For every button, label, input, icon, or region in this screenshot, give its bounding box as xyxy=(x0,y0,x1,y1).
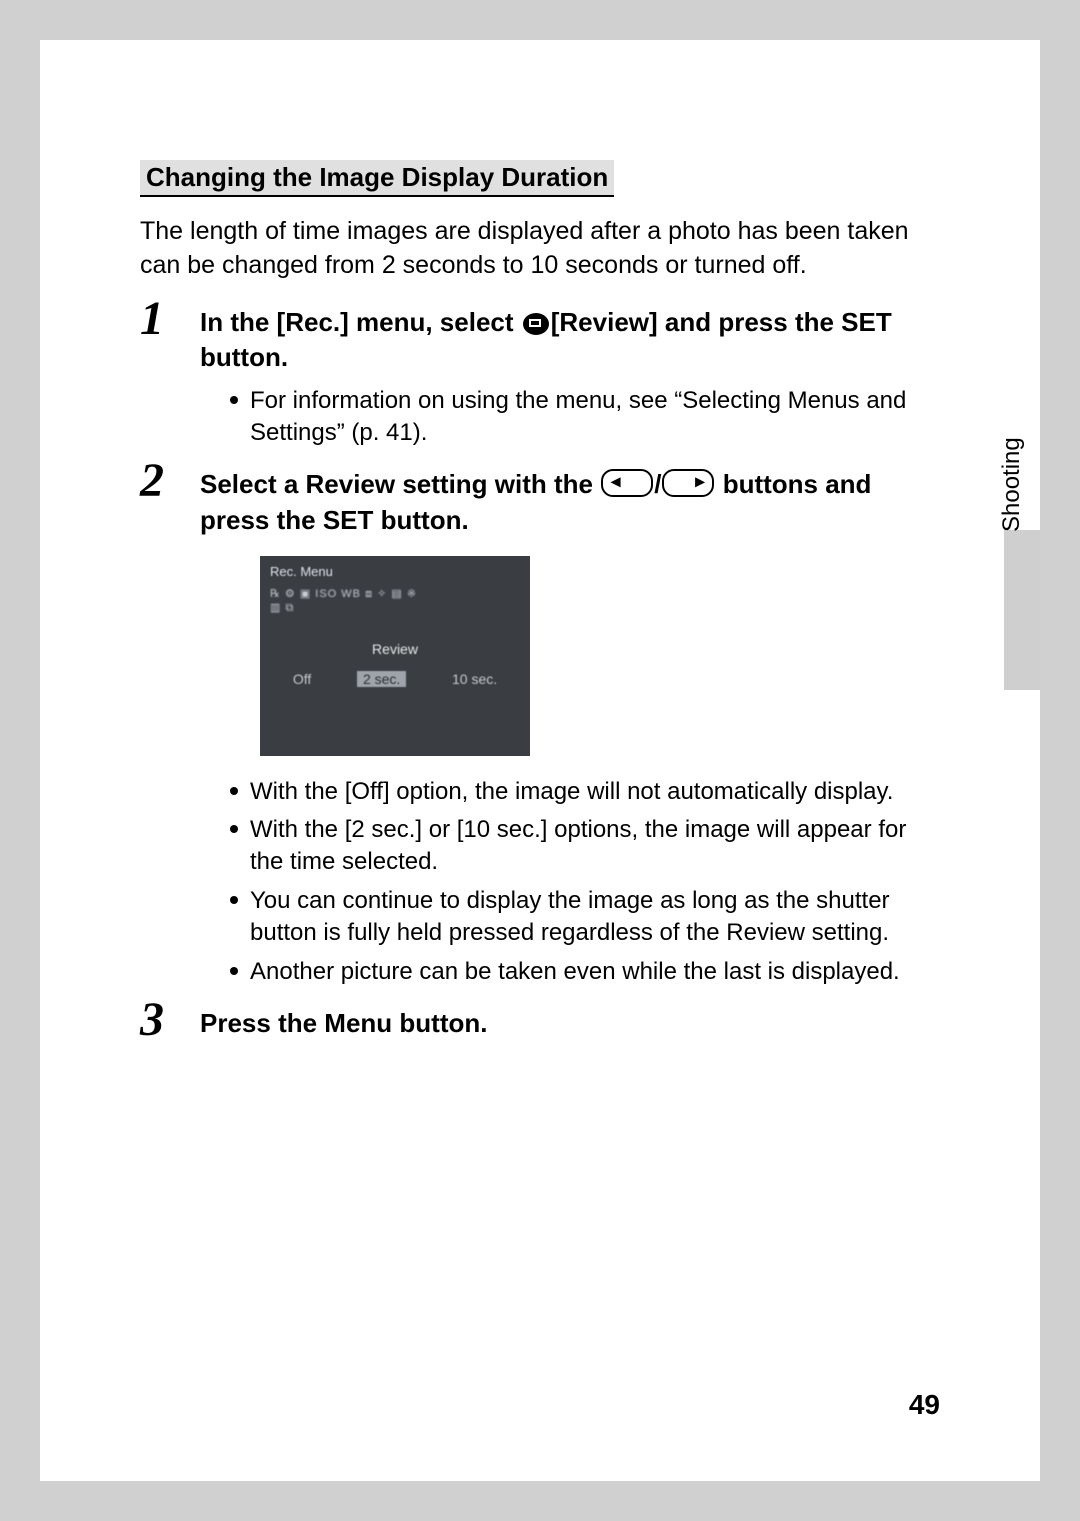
section-heading: Changing the Image Display Duration xyxy=(140,160,614,197)
left-arrow-button-icon xyxy=(601,469,653,497)
lcd-option-off: Off xyxy=(293,671,311,687)
step-number: 1 xyxy=(140,295,164,343)
slash: / xyxy=(654,469,661,499)
list-item: For information on using the menu, see “… xyxy=(230,385,940,450)
step-number: 2 xyxy=(140,457,164,505)
lcd-option-2sec: 2 sec. xyxy=(357,671,406,687)
step-3-heading: Press the Menu button. xyxy=(200,1006,940,1041)
lcd-option-10sec: 10 sec. xyxy=(452,671,497,687)
step-1-head-pre: In the [Rec.] menu, select xyxy=(200,307,521,337)
step-3: 3 Press the Menu button. xyxy=(140,1006,940,1041)
camera-lcd-screenshot: Rec. Menu ℞ ⚙ ▣ ISO WB ⧈ ✧ ▤ ※ ▥ ⧉ Revie… xyxy=(260,556,530,756)
lcd-icon-row: ℞ ⚙ ▣ ISO WB ⧈ ✧ ▤ ※ ▥ ⧉ xyxy=(270,587,520,627)
lcd-setting-label: Review xyxy=(270,641,520,657)
step-2-heading: Select a Review setting with the / butto… xyxy=(200,467,940,537)
lcd-icons-line1: ℞ ⚙ ▣ ISO WB ⧈ ✧ ▤ ※ xyxy=(270,588,417,600)
step-2: 2 Select a Review setting with the / but… xyxy=(140,467,940,988)
step-2-bullets: With the [Off] option, the image will no… xyxy=(200,776,940,988)
list-item: With the [2 sec.] or [10 sec.] options, … xyxy=(230,814,940,879)
list-item: With the [Off] option, the image will no… xyxy=(230,776,940,808)
step-1: 1 In the [Rec.] menu, select [Review] an… xyxy=(140,305,940,450)
lcd-icons-line2: ▥ ⧉ xyxy=(270,602,294,614)
lcd-menu-title: Rec. Menu xyxy=(270,564,520,579)
step-1-heading: In the [Rec.] menu, select [Review] and … xyxy=(200,305,940,375)
step-number: 3 xyxy=(140,996,164,1044)
manual-page: Shooting Changing the Image Display Dura… xyxy=(40,40,1040,1481)
list-item: You can continue to display the image as… xyxy=(230,885,940,950)
step-2-head-pre: Select a Review setting with the xyxy=(200,469,600,499)
lcd-options-row: Off 2 sec. 10 sec. xyxy=(270,671,520,687)
list-item: Another picture can be taken even while … xyxy=(230,956,940,988)
intro-paragraph: The length of time images are displayed … xyxy=(140,215,940,283)
page-number: 49 xyxy=(909,1389,940,1421)
step-1-bullets: For information on using the menu, see “… xyxy=(200,385,940,450)
right-arrow-button-icon xyxy=(662,469,714,497)
review-menu-icon xyxy=(523,313,549,335)
side-tab xyxy=(1004,530,1040,690)
section-heading-wrap: Changing the Image Display Duration xyxy=(140,160,940,197)
side-section-label: Shooting xyxy=(998,437,1026,532)
